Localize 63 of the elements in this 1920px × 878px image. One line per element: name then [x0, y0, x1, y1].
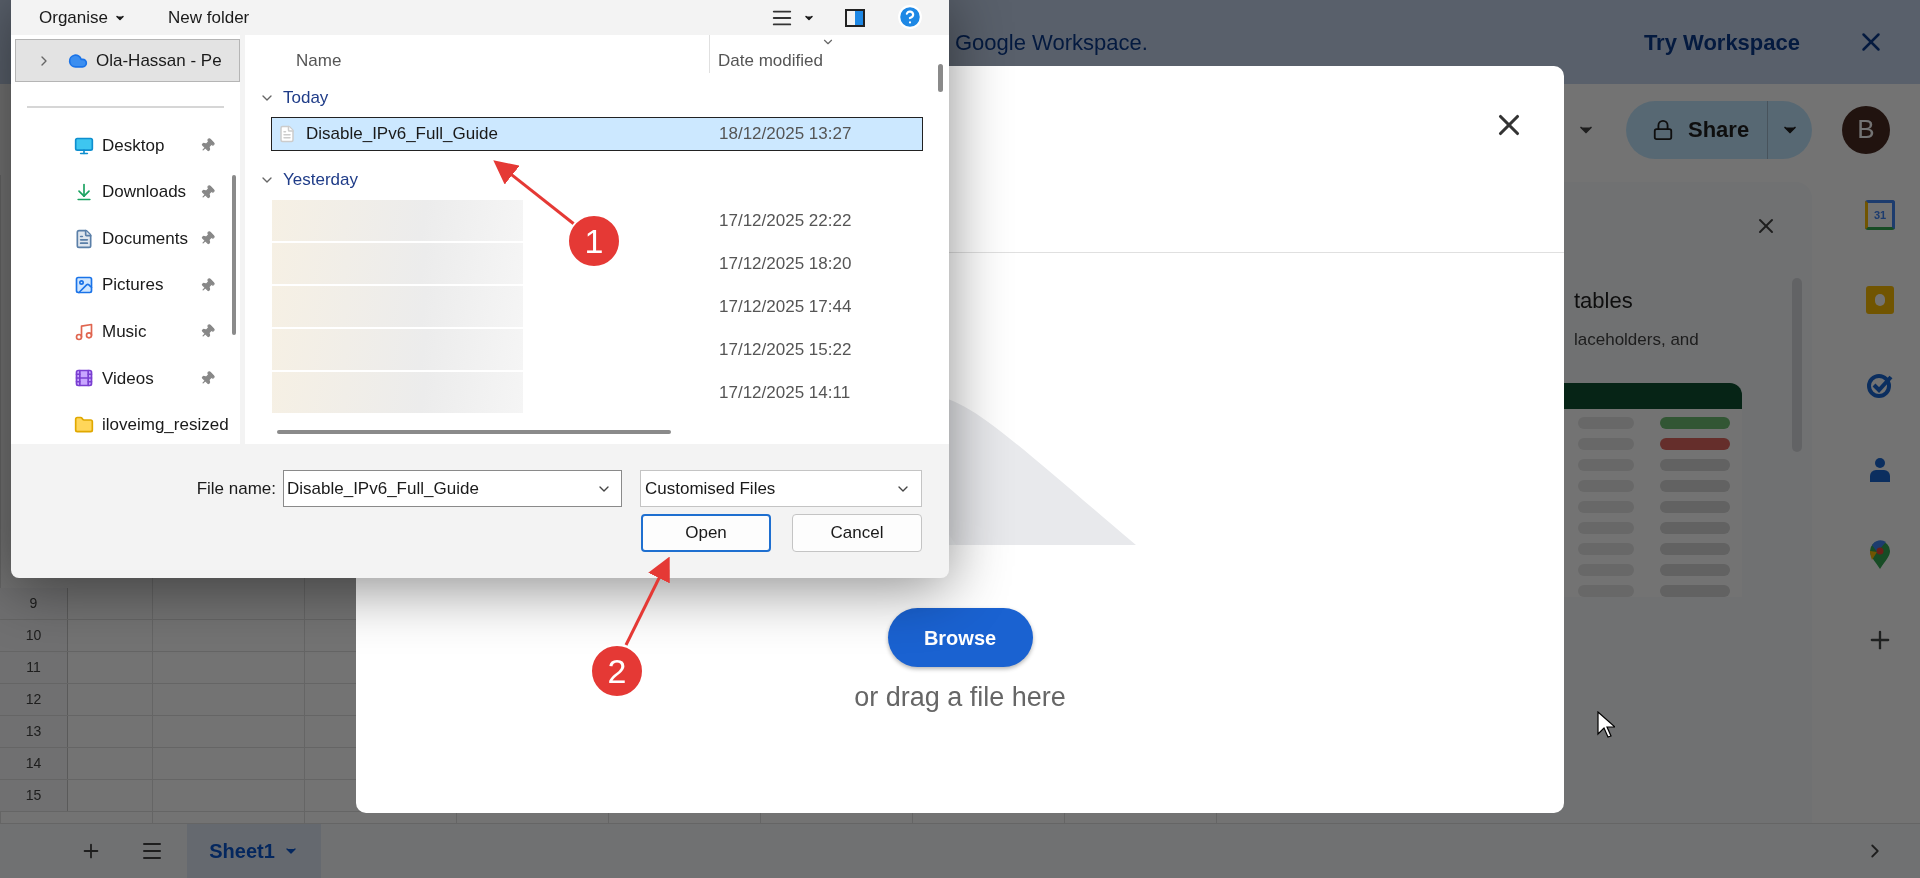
- group-label: Yesterday: [283, 169, 358, 192]
- dialog-button[interactable]: Cancel: [792, 514, 922, 552]
- nav-item[interactable]: Desktop: [11, 126, 240, 165]
- desktop-icon: [74, 135, 94, 156]
- drag-hint: or drag a file here: [854, 681, 1066, 714]
- file-date: 17/12/2025 22:22: [719, 209, 852, 232]
- nav-label: Pictures: [102, 274, 164, 297]
- column-header[interactable]: Date modified: [709, 35, 823, 73]
- check-circle-icon[interactable]: [1866, 371, 1894, 399]
- map-pin-icon[interactable]: [1868, 540, 1892, 570]
- lock-icon: [1652, 118, 1674, 141]
- file-name-label: File name:: [196, 477, 276, 500]
- document-icon: [74, 228, 94, 249]
- scrollbar[interactable]: [277, 430, 671, 434]
- help-icon[interactable]: [897, 3, 923, 30]
- avatar[interactable]: B: [1842, 105, 1890, 154]
- nav-label: Music: [102, 320, 147, 343]
- dialog-button[interactable]: Open: [641, 514, 771, 552]
- file-date: 17/12/2025 17:44: [719, 295, 852, 318]
- browse-button[interactable]: Browse: [887, 608, 1033, 667]
- nav-item[interactable]: Pictures: [11, 265, 240, 305]
- nav-item[interactable]: Ola-Hassan - Pe: [15, 39, 240, 83]
- group-header[interactable]: Today: [245, 79, 949, 117]
- scrollbar[interactable]: [938, 64, 943, 92]
- nav-label: Ola-Hassan - Pe: [96, 49, 222, 72]
- nav-label: Videos: [102, 367, 154, 390]
- nav-item[interactable]: Videos: [11, 359, 240, 398]
- file-name-field[interactable]: Disable_IPv6_Full_Guide: [283, 470, 622, 507]
- film-icon: [74, 368, 94, 389]
- group-label: Today: [283, 87, 329, 110]
- file-row[interactable]: Disable_IPv6_Full_Guide 18/12/2025 13:27: [271, 117, 923, 151]
- file-icon: [278, 125, 296, 143]
- group-header[interactable]: Yesterday: [245, 161, 949, 199]
- nav-item[interactable]: Documents: [11, 219, 240, 258]
- nav-item[interactable]: Music: [11, 312, 240, 351]
- column-header[interactable]: Name: [296, 47, 709, 73]
- nav-label: Downloads: [102, 181, 187, 204]
- file-date: 18/12/2025 13:27: [719, 123, 852, 146]
- download-icon: [74, 182, 94, 203]
- preview-pane-icon[interactable]: [845, 8, 865, 27]
- nav-label: Documents: [102, 227, 188, 250]
- share-label: Share: [1688, 116, 1750, 144]
- file-date: 17/12/2025 18:20: [719, 252, 852, 275]
- file-date: 17/12/2025 15:22: [719, 338, 852, 361]
- mouse-pointer-icon: [1597, 711, 1615, 739]
- scrollbar[interactable]: [232, 175, 236, 335]
- nav-label: iloveimg_resized: [102, 414, 229, 437]
- command-button[interactable]: Organise: [39, 4, 126, 31]
- panel-description: laceholders, and: [1574, 329, 1700, 351]
- nav-item[interactable]: iloveimg_resized: [11, 405, 240, 445]
- nav-label: Desktop: [102, 134, 165, 157]
- person-icon[interactable]: [1868, 456, 1892, 484]
- nav-item[interactable]: Downloads: [11, 172, 240, 212]
- command-button[interactable]: New folder: [168, 4, 250, 31]
- file-type-dropdown[interactable]: Customised Files: [640, 470, 922, 507]
- calendar-date: 31: [1873, 207, 1887, 223]
- folder-icon: [74, 414, 94, 435]
- panel-heading: tables: [1574, 287, 1634, 315]
- music-note-icon: [74, 321, 94, 342]
- picture-icon: [74, 275, 94, 296]
- banner-text: Google Workspace.: [955, 28, 1148, 57]
- file-date: 17/12/2025 14:11: [719, 381, 851, 404]
- file-name: Disable_IPv6_Full_Guide: [306, 123, 498, 146]
